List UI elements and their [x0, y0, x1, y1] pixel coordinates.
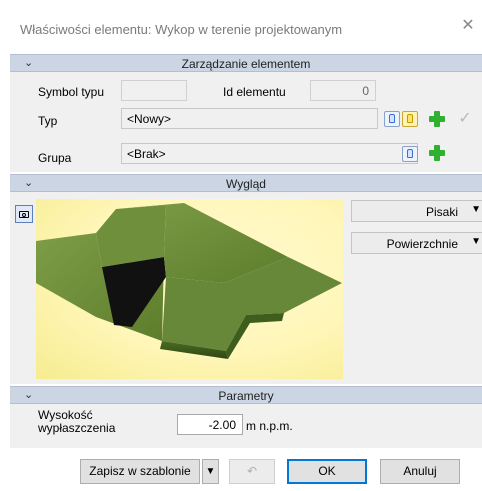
group-blue-pen-icon[interactable]	[402, 146, 418, 162]
type-blue-pen-icon[interactable]	[384, 111, 400, 127]
add-group-icon[interactable]	[428, 144, 446, 162]
flatten-height-unit: m n.p.m.	[246, 419, 293, 433]
apply-check-icon[interactable]: ✓	[456, 110, 474, 128]
type-label: Typ	[38, 114, 58, 128]
save-template-dropdown-button[interactable]: ▼	[202, 459, 219, 484]
close-icon[interactable]: ✕	[461, 18, 475, 34]
symbol-type-field	[121, 80, 187, 101]
group-label: Grupa	[38, 151, 72, 165]
section-header-management[interactable]: ⌄ Zarządzanie elementem	[10, 54, 482, 72]
add-type-icon[interactable]	[428, 110, 446, 128]
undo-button[interactable]: ↶	[229, 459, 275, 484]
ok-button[interactable]: OK	[287, 459, 367, 484]
element-id-field: 0	[310, 80, 376, 101]
camera-icon[interactable]	[15, 205, 33, 223]
symbol-type-label: Symbol typu	[38, 85, 105, 99]
section-header-parameters[interactable]: ⌄ Parametry	[10, 386, 482, 404]
group-field[interactable]: <Brak>	[121, 143, 418, 164]
element-preview	[36, 199, 343, 379]
dropdown-arrow-icon: ▼	[471, 204, 481, 215]
trench-3d-preview-image	[36, 203, 342, 359]
section-title: Zarządzanie elementem	[181, 57, 311, 71]
save-template-button[interactable]: Zapisz w szablonie	[80, 459, 200, 484]
pens-dropdown[interactable]: Pisaki ▼	[351, 200, 482, 222]
cancel-button[interactable]: Anuluj	[380, 459, 460, 484]
surfaces-dropdown[interactable]: Powierzchnie ▼	[351, 232, 482, 254]
dropdown-arrow-icon: ▼	[471, 236, 481, 247]
section-title: Parametry	[218, 389, 274, 403]
type-field[interactable]: <Nowy>	[121, 108, 378, 129]
flatten-height-input[interactable]: -2.00	[177, 414, 243, 435]
title-bar: Właściwości elementu: Wykop w terenie pr…	[0, 0, 482, 50]
section-title: Wygląd	[226, 177, 266, 191]
window-title: Właściwości elementu: Wykop w terenie pr…	[20, 22, 343, 37]
flatten-height-label: Wysokość wypłaszczenia	[38, 408, 116, 435]
element-id-label: Id elementu	[223, 85, 286, 99]
type-yellow-pen-icon[interactable]	[402, 111, 418, 127]
section-header-appearance[interactable]: ⌄ Wygląd	[10, 174, 482, 192]
undo-icon: ↶	[246, 464, 258, 478]
